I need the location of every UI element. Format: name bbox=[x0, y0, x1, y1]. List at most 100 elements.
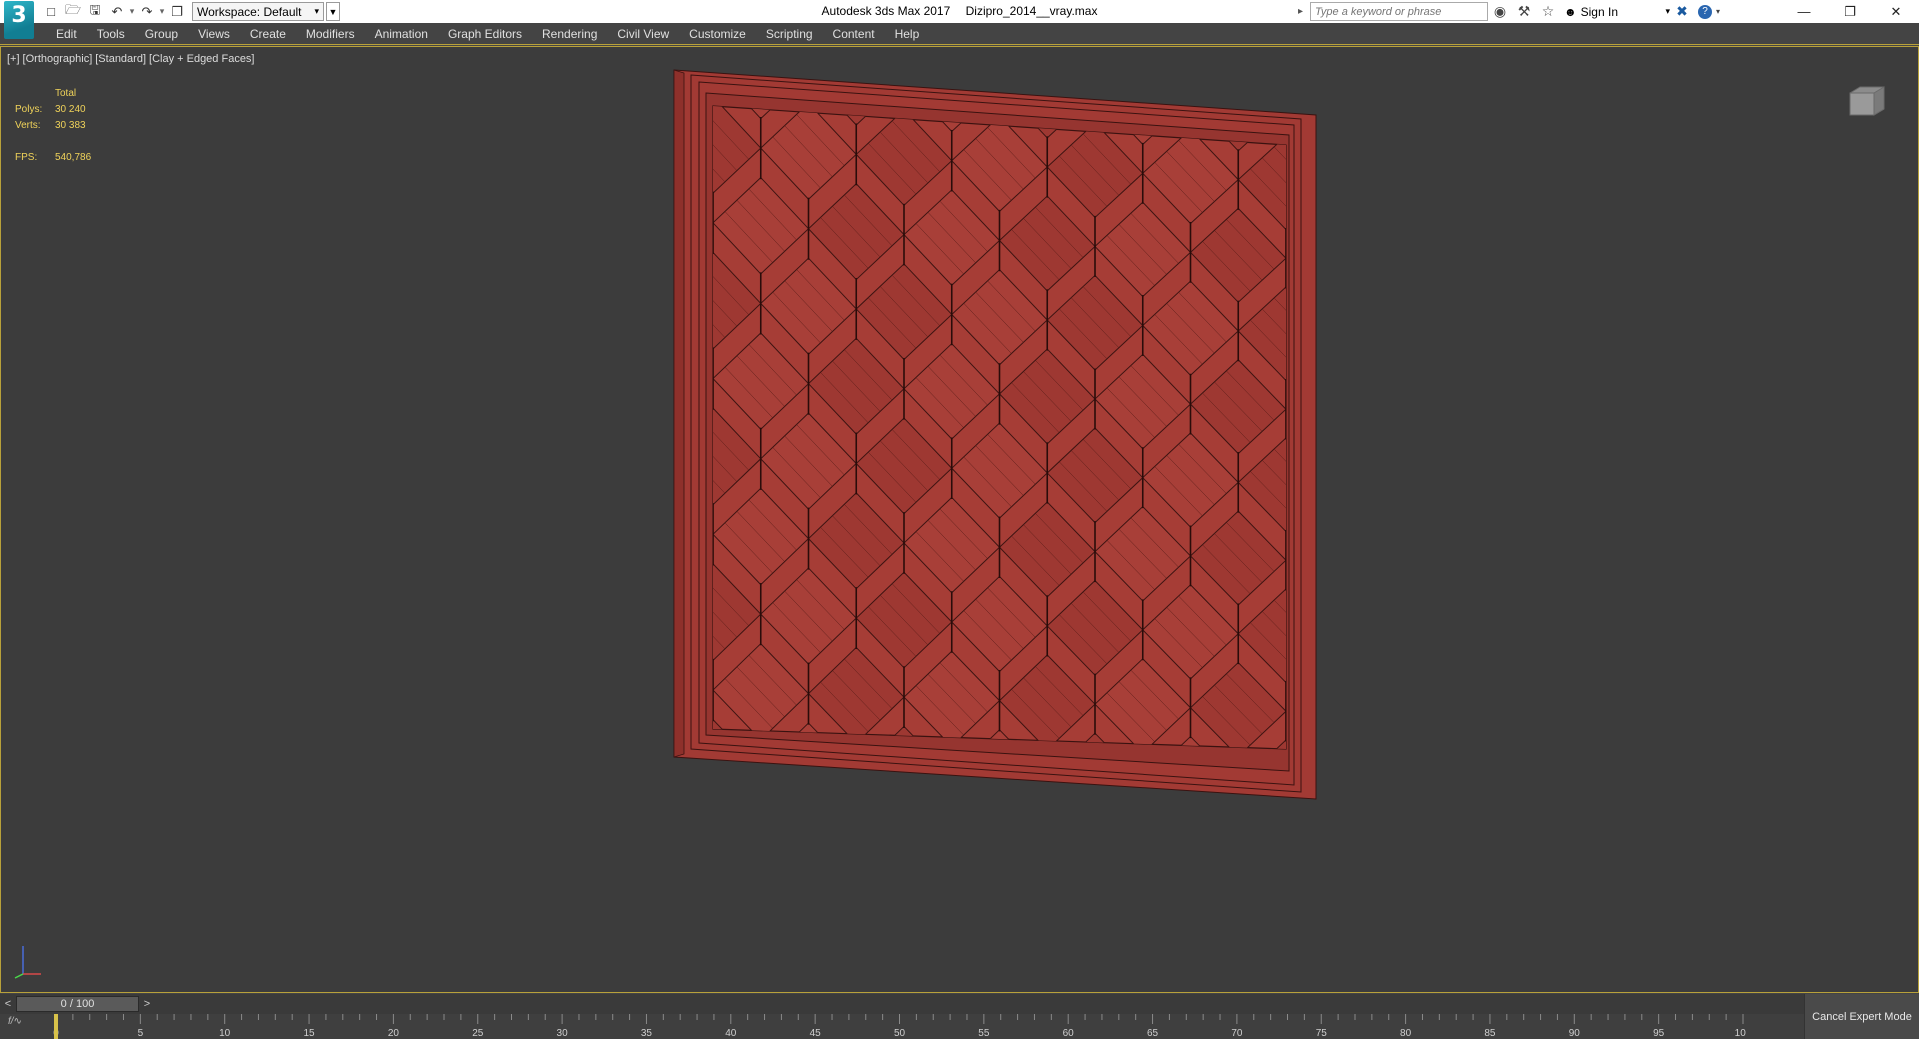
ruler-label: 35 bbox=[641, 1028, 653, 1039]
cancel-expert-mode-button[interactable]: Cancel Expert Mode bbox=[1804, 994, 1919, 1039]
menu-help[interactable]: Help bbox=[885, 23, 930, 45]
mesh-edge bbox=[1322, 75, 1370, 125]
mesh-edge bbox=[594, 270, 642, 321]
mesh-edge bbox=[629, 518, 677, 569]
mesh-edge bbox=[629, 362, 677, 413]
chevron-right-icon[interactable]: ▸ bbox=[1298, 6, 1310, 17]
time-prev-button[interactable]: < bbox=[0, 995, 16, 1013]
app-name: Autodesk 3ds Max 2017 bbox=[821, 4, 951, 18]
search-input[interactable] bbox=[1310, 2, 1488, 21]
time-slider-bar: < 0 / 100 > bbox=[0, 994, 1919, 1014]
viewport-view-button[interactable]: [Orthographic] bbox=[23, 53, 93, 65]
filter-icon[interactable]: f/∿ bbox=[8, 1016, 36, 1036]
ruler-label: 15 bbox=[303, 1028, 315, 1039]
ruler-label: 85 bbox=[1484, 1028, 1496, 1039]
track-bar[interactable]: f/∿ 051015202530354045505560657075808590… bbox=[0, 1014, 1919, 1039]
binoculars-icon[interactable]: ◉ bbox=[1488, 1, 1512, 22]
redo-icon[interactable]: ↷ bbox=[136, 2, 158, 22]
ruler-label: 10 bbox=[219, 1028, 231, 1039]
mesh-edge bbox=[1310, 689, 1358, 737]
new-file-icon[interactable]: □ bbox=[40, 2, 62, 22]
undo-dropdown-icon[interactable]: ▾ bbox=[128, 6, 136, 17]
time-next-button[interactable]: > bbox=[139, 995, 155, 1013]
mesh-edge bbox=[582, 281, 630, 332]
project-icon[interactable]: ❐ bbox=[166, 2, 188, 22]
viewport-label[interactable]: [+] [Orthographic] [Standard] [Clay + Edged… bbox=[7, 53, 258, 65]
verts-label: Verts: bbox=[15, 119, 41, 131]
workspace-dropdown[interactable]: Workspace: Default ▾ bbox=[192, 2, 324, 21]
tuft-diamond bbox=[570, 90, 666, 187]
save-icon[interactable]: 🖫 bbox=[84, 2, 106, 22]
time-slider[interactable]: 0 / 100 bbox=[16, 996, 139, 1012]
mesh-edge bbox=[606, 728, 654, 778]
mesh-edge bbox=[582, 124, 630, 176]
menu-bar: Edit Tools Group Views Create Modifiers … bbox=[0, 23, 1919, 45]
menu-animation[interactable]: Animation bbox=[365, 23, 438, 45]
ruler-label: 80 bbox=[1400, 1028, 1412, 1039]
frame-ruler[interactable]: 0510152025303540455055606570758085909510… bbox=[46, 1014, 1746, 1039]
viewport-menu-button[interactable]: [+] bbox=[7, 53, 20, 65]
ruler-label: 60 bbox=[1063, 1028, 1075, 1039]
mesh-edge bbox=[594, 426, 642, 477]
tuft-diamond bbox=[570, 716, 666, 813]
sign-in-button[interactable]: ☻ Sign In ▾ bbox=[1560, 5, 1670, 19]
app-logo[interactable]: 3 bbox=[0, 0, 40, 39]
help-icon[interactable]: ? ▾ bbox=[1694, 1, 1724, 22]
open-file-icon[interactable]: 🗁 bbox=[62, 2, 84, 22]
restore-icon[interactable]: ❐ bbox=[1827, 0, 1873, 23]
mesh-edge bbox=[594, 583, 642, 633]
ruler-label: 100 bbox=[1735, 1028, 1746, 1039]
close-icon[interactable]: ✕ bbox=[1873, 0, 1919, 23]
ruler-label: 70 bbox=[1231, 1028, 1243, 1039]
ruler-label: 75 bbox=[1316, 1028, 1328, 1039]
quick-access-customize-button[interactable]: ▼ bbox=[326, 2, 340, 21]
undo-icon[interactable]: ↶ bbox=[106, 2, 128, 22]
tuft-diamond bbox=[570, 247, 666, 344]
3ds-max-logo-icon[interactable]: 3 bbox=[4, 1, 34, 39]
tuft-diamond bbox=[570, 560, 666, 657]
mesh-edge bbox=[1322, 678, 1370, 726]
ruler-label: 45 bbox=[810, 1028, 822, 1039]
viewport-mode-button[interactable]: [Clay + Edged Faces] bbox=[149, 53, 254, 65]
menu-edit[interactable]: Edit bbox=[46, 23, 87, 45]
star-icon[interactable]: ☆ bbox=[1536, 1, 1560, 22]
mesh-edge bbox=[606, 258, 654, 309]
infocenter: ▸ ◉ ⚒ ☆ ☻ Sign In ▾ ✖ ? ▾ bbox=[1298, 1, 1724, 22]
menu-civil-view[interactable]: Civil View bbox=[607, 23, 679, 45]
viewport-shading-button[interactable]: [Standard] bbox=[95, 53, 146, 65]
mesh-edge bbox=[582, 751, 630, 801]
tools-icon[interactable]: ⚒ bbox=[1512, 1, 1536, 22]
viewcube-icon[interactable] bbox=[1846, 83, 1888, 119]
sign-in-label: Sign In bbox=[1580, 4, 1618, 19]
mesh-edge bbox=[677, 755, 725, 805]
menu-modifiers[interactable]: Modifiers bbox=[296, 23, 365, 45]
verts-value: 30 383 bbox=[55, 119, 86, 131]
ruler-label: 55 bbox=[978, 1028, 990, 1039]
menu-customize[interactable]: Customize bbox=[679, 23, 756, 45]
ruler-label: 30 bbox=[557, 1028, 569, 1039]
mesh-edge bbox=[1322, 225, 1370, 275]
menu-content[interactable]: Content bbox=[823, 23, 885, 45]
minimize-icon[interactable]: — bbox=[1781, 0, 1827, 23]
ruler-label: 25 bbox=[472, 1028, 484, 1039]
menu-views[interactable]: Views bbox=[188, 23, 240, 45]
menu-graph-editors[interactable]: Graph Editors bbox=[438, 23, 532, 45]
menu-create[interactable]: Create bbox=[240, 23, 296, 45]
viewport-orthographic[interactable]: [+] [Orthographic] [Standard] [Clay + Edged… bbox=[0, 46, 1919, 993]
mesh-edge bbox=[1310, 236, 1358, 286]
x-icon[interactable]: ✖ bbox=[1670, 1, 1694, 22]
workspace-label: Workspace: Default bbox=[197, 4, 302, 19]
mesh-edge bbox=[582, 595, 630, 645]
fps-value: 540,786 bbox=[55, 151, 92, 163]
mesh-edge bbox=[606, 415, 654, 466]
fps-label: FPS: bbox=[15, 151, 38, 163]
menu-scripting[interactable]: Scripting bbox=[756, 23, 823, 45]
title-bar: 3 □ 🗁 🖫 ↶ ▾ ↷ ▾ ❐ Workspace: Default ▾ ▼… bbox=[0, 0, 1919, 39]
current-frame-marker[interactable] bbox=[54, 1014, 58, 1039]
mesh-edge bbox=[629, 206, 677, 257]
menu-group[interactable]: Group bbox=[135, 23, 188, 45]
menu-tools[interactable]: Tools bbox=[87, 23, 135, 45]
file-name: Dizipro_2014__vray.max bbox=[965, 4, 1098, 18]
menu-rendering[interactable]: Rendering bbox=[532, 23, 607, 45]
redo-dropdown-icon[interactable]: ▾ bbox=[158, 6, 166, 17]
